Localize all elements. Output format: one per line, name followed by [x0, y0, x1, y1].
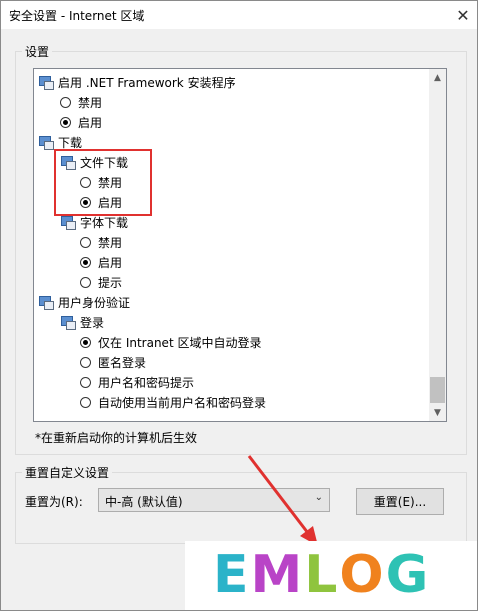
radio-option[interactable]: 匿名登录 — [80, 353, 146, 371]
tree-category: 启用 .NET Framework 安装程序 — [38, 73, 236, 91]
chevron-down-icon: ⌄ — [314, 492, 323, 503]
emlog-watermark: EMLOG — [185, 541, 477, 610]
title-bar: 安全设置 - Internet 区域 ✕ — [1, 1, 477, 29]
window-title: 安全设置 - Internet 区域 — [9, 9, 145, 23]
radio-button[interactable] — [60, 116, 71, 128]
scroll-up-icon[interactable]: ▲ — [429, 69, 446, 86]
scroll-thumb[interactable] — [430, 377, 445, 403]
item-label: 用户名和密码提示 — [98, 375, 195, 390]
settings-category-icon — [60, 214, 76, 230]
scroll-down-icon[interactable]: ▼ — [429, 404, 446, 421]
security-settings-dialog: 安全设置 - Internet 区域 ✕ 设置 启用 .NET Framewor… — [0, 0, 478, 611]
radio-button[interactable] — [80, 236, 91, 248]
item-label: 启用 — [98, 255, 123, 270]
watermark-letter: G — [385, 545, 431, 605]
item-label: 禁用 — [98, 235, 123, 250]
settings-tree[interactable]: 启用 .NET Framework 安装程序 禁用 启用 下载 文件下载 禁用 启用 字体下载… — [33, 68, 447, 422]
radio-option[interactable]: 用户名和密码提示 — [80, 373, 194, 391]
watermark-letter: M — [250, 545, 305, 605]
tree-category: 登录 — [60, 313, 104, 331]
item-label: 字体下载 — [80, 215, 129, 230]
radio-button[interactable] — [80, 256, 91, 268]
item-label: 启用 — [78, 115, 103, 130]
radio-button[interactable] — [80, 356, 91, 368]
item-label: 自动使用当前用户名和密码登录 — [98, 395, 267, 410]
watermark-letter: L — [304, 545, 340, 605]
item-label: 登录 — [80, 315, 105, 330]
restart-note: *在重新启动你的计算机后生效 — [35, 431, 198, 445]
item-label: 提示 — [98, 275, 123, 290]
reset-level-value: 中-高 (默认值) — [105, 495, 183, 509]
watermark-letter: O — [339, 545, 386, 605]
radio-option[interactable]: 禁用 — [60, 93, 102, 111]
watermark-letter: E — [213, 545, 251, 605]
radio-option[interactable]: 自动使用当前用户名和密码登录 — [80, 393, 266, 411]
watermark-letters: EMLOG — [213, 547, 430, 603]
settings-category-icon — [38, 74, 54, 90]
reset-button[interactable]: 重置(E)... — [356, 488, 444, 515]
radio-button[interactable] — [80, 396, 91, 408]
item-label: 禁用 — [78, 95, 103, 110]
settings-category-icon — [38, 134, 54, 150]
item-label: 下载 — [58, 135, 83, 150]
radio-button[interactable] — [60, 96, 71, 108]
item-label: 匿名登录 — [98, 355, 147, 370]
radio-option[interactable]: 启用 — [80, 253, 122, 271]
tree-category: 用户身份验证 — [38, 293, 130, 311]
item-label: 用户身份验证 — [58, 295, 131, 310]
reset-to-label: 重置为(R): — [25, 495, 83, 509]
reset-level-select[interactable]: 中-高 (默认值) ⌄ — [98, 488, 330, 512]
radio-option[interactable]: 提示 — [80, 273, 122, 291]
radio-option[interactable]: 启用 — [60, 113, 102, 131]
radio-button[interactable] — [80, 376, 91, 388]
radio-button[interactable] — [80, 276, 91, 288]
radio-option[interactable]: 禁用 — [80, 233, 122, 251]
radio-option[interactable]: 仅在 Intranet 区域中自动登录 — [80, 333, 261, 351]
radio-button[interactable] — [80, 336, 91, 348]
users-icon — [60, 314, 76, 330]
item-label: 仅在 Intranet 区域中自动登录 — [98, 335, 262, 350]
settings-scrollbar[interactable]: ▲ ▼ — [429, 69, 446, 421]
close-icon[interactable]: ✕ — [449, 1, 477, 29]
reset-group-label: 重置自定义设置 — [22, 464, 113, 481]
highlight-box — [54, 149, 152, 216]
item-label: 启用 .NET Framework 安装程序 — [58, 75, 236, 90]
users-icon — [38, 294, 54, 310]
settings-group-label: 设置 — [22, 43, 53, 60]
